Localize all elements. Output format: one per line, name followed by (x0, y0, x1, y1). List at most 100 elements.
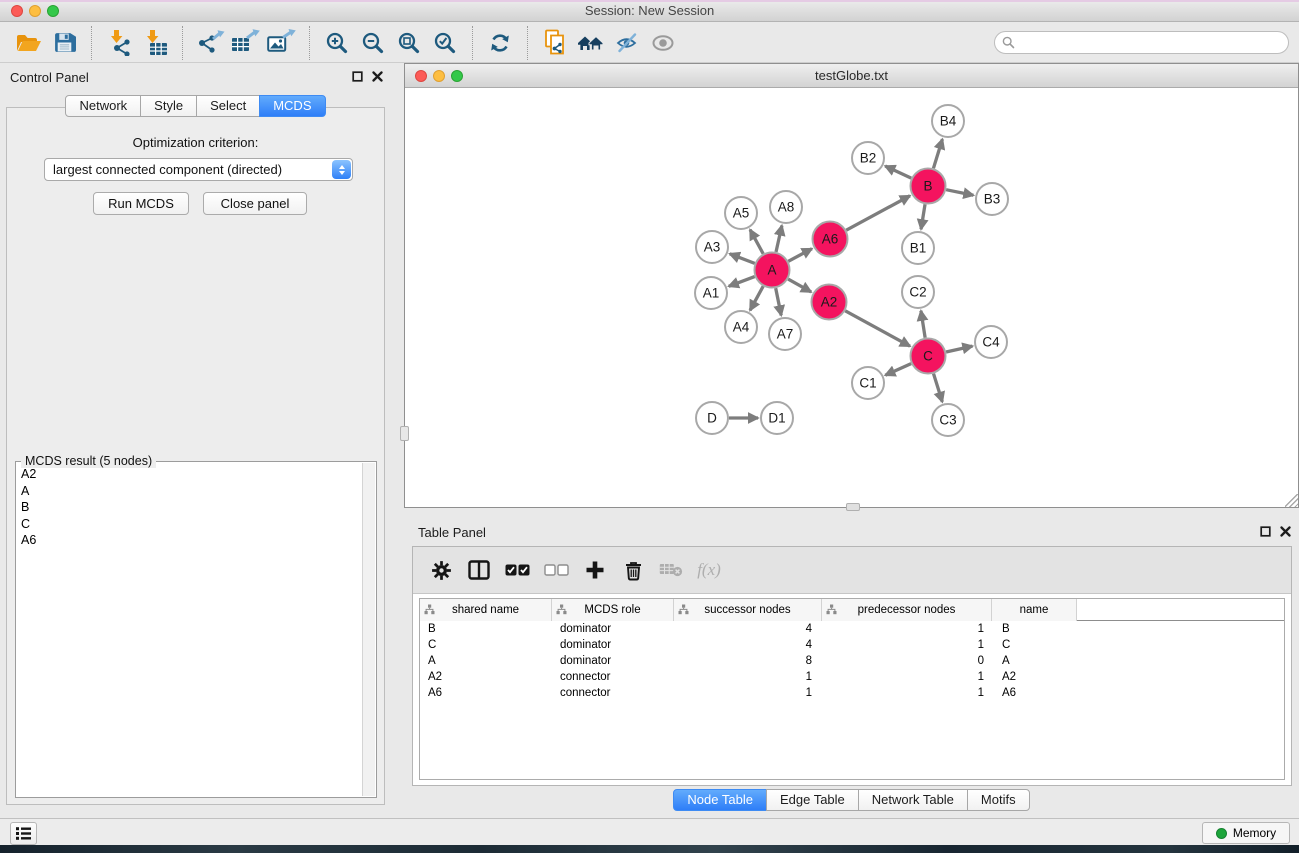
graph-node-B[interactable]: B (911, 169, 946, 204)
graph-node-B3[interactable]: B3 (976, 183, 1008, 215)
tab-select[interactable]: Select (196, 95, 260, 117)
network-resize-grip[interactable] (1285, 494, 1298, 507)
tab-mcds[interactable]: MCDS (259, 95, 325, 117)
table-cell[interactable]: C (420, 637, 552, 653)
table-cell[interactable]: A2 (420, 669, 552, 685)
table-cell[interactable]: dominator (552, 637, 674, 653)
import-network-icon[interactable] (101, 26, 137, 60)
table-cell[interactable]: A6 (992, 685, 1077, 701)
table-cell[interactable]: A6 (420, 685, 552, 701)
graph-edge-C-C4[interactable] (946, 346, 972, 352)
search-input[interactable] (1019, 33, 1288, 52)
zoom-out-icon[interactable] (355, 26, 391, 60)
table-cell[interactable]: C (992, 637, 1077, 653)
graph-node-B1[interactable]: B1 (902, 232, 934, 264)
clone-network-icon[interactable] (537, 26, 573, 60)
tab-style[interactable]: Style (140, 95, 197, 117)
save-session-icon[interactable] (46, 26, 82, 60)
hide-graphical-details-icon[interactable] (609, 26, 645, 60)
graph-node-D[interactable]: D (696, 402, 728, 434)
search-field[interactable] (994, 31, 1289, 54)
graph-node-A5[interactable]: A5 (725, 197, 757, 229)
open-file-icon[interactable] (10, 26, 46, 60)
graph-edge-B-B2[interactable] (885, 166, 911, 178)
column-header-shared-name[interactable]: shared name (420, 599, 552, 621)
close-panel-icon[interactable] (1280, 526, 1291, 537)
network-horizontal-scroll-thumb[interactable] (846, 503, 860, 511)
tab-motifs[interactable]: Motifs (967, 789, 1030, 811)
graph-edge-A-A1[interactable] (729, 277, 755, 287)
network-canvas[interactable]: B4B2BB3A8A5A6B1A3AC2A1A2A4A7C4CC1C3DD1 (405, 88, 1298, 507)
network-window-titlebar[interactable]: testGlobe.txt (405, 64, 1298, 88)
table-cell[interactable]: 1 (822, 669, 992, 685)
graph-node-A3[interactable]: A3 (696, 231, 728, 263)
table-cell[interactable]: A (992, 653, 1077, 669)
table-cell[interactable]: B (992, 621, 1077, 637)
table-cell[interactable]: B (420, 621, 552, 637)
table-cell[interactable]: connector (552, 669, 674, 685)
zoom-selected-icon[interactable] (427, 26, 463, 60)
graph-edge-A-A5[interactable] (750, 230, 763, 254)
graph-node-A4[interactable]: A4 (725, 311, 757, 343)
split-table-icon[interactable] (467, 555, 491, 585)
mcds-result-item[interactable]: A (17, 483, 361, 500)
mcds-result-scrollbar[interactable] (362, 463, 375, 796)
graph-node-A8[interactable]: A8 (770, 191, 802, 223)
tab-edge-table[interactable]: Edge Table (766, 789, 859, 811)
criterion-dropdown[interactable]: largest connected component (directed) (44, 158, 353, 181)
table-cell[interactable]: A (420, 653, 552, 669)
export-table-icon[interactable] (228, 26, 264, 60)
deselect-all-checkboxes-icon[interactable] (544, 555, 569, 585)
mcds-result-item[interactable]: A6 (17, 532, 361, 549)
toggle-home-panels-icon[interactable] (573, 26, 609, 60)
mcds-result-item[interactable]: B (17, 499, 361, 516)
tab-network[interactable]: Network (65, 95, 141, 117)
graph-node-A[interactable]: A (755, 253, 790, 288)
float-panel-icon[interactable] (352, 71, 363, 82)
graph-node-C1[interactable]: C1 (852, 367, 884, 399)
table-row[interactable]: A2connector11A2 (420, 669, 1284, 685)
zoom-in-icon[interactable] (319, 26, 355, 60)
graph-edge-A6-B[interactable] (846, 196, 910, 230)
run-mcds-button[interactable]: Run MCDS (93, 192, 189, 215)
mcds-result-item[interactable]: A2 (17, 466, 361, 483)
graph-node-A7[interactable]: A7 (769, 318, 801, 350)
table-cell[interactable]: 1 (822, 637, 992, 653)
graph-node-D1[interactable]: D1 (761, 402, 793, 434)
graph-node-C[interactable]: C (911, 339, 946, 374)
graph-edge-C-C3[interactable] (934, 374, 943, 402)
graph-edge-B-B1[interactable] (921, 204, 925, 229)
table-cell[interactable]: 1 (822, 685, 992, 701)
graph-node-B4[interactable]: B4 (932, 105, 964, 137)
table-cell[interactable]: 1 (674, 669, 822, 685)
graph-node-C2[interactable]: C2 (902, 276, 934, 308)
export-network-icon[interactable] (192, 26, 228, 60)
column-header-name[interactable]: name (992, 599, 1077, 621)
table-cell[interactable]: dominator (552, 621, 674, 637)
table-row[interactable]: Bdominator41B (420, 621, 1284, 637)
zoom-fit-icon[interactable] (391, 26, 427, 60)
table-cell[interactable]: A2 (992, 669, 1077, 685)
table-cell[interactable]: 0 (822, 653, 992, 669)
table-row[interactable]: Cdominator41C (420, 637, 1284, 653)
column-header-successor-nodes[interactable]: successor nodes (674, 599, 822, 621)
graph-edge-C-C1[interactable] (885, 364, 911, 376)
column-header-mcds-role[interactable]: MCDS role (552, 599, 674, 621)
graph-edge-A-A8[interactable] (776, 226, 782, 252)
graph-node-A6[interactable]: A6 (813, 222, 848, 257)
tab-node-table[interactable]: Node Table (673, 789, 767, 811)
graph-edge-A-A2[interactable] (788, 279, 811, 292)
network-vertical-scroll-thumb[interactable] (400, 426, 409, 441)
delete-columns-icon[interactable] (621, 555, 645, 585)
graph-node-A2[interactable]: A2 (812, 285, 847, 320)
function-builder-icon[interactable]: f(x) (697, 555, 721, 585)
add-column-icon[interactable] (583, 555, 607, 585)
table-cell[interactable]: connector (552, 685, 674, 701)
delete-table-icon[interactable] (659, 555, 683, 585)
close-panel-button[interactable]: Close panel (203, 192, 307, 215)
table-cell[interactable]: 4 (674, 637, 822, 653)
memory-button[interactable]: Memory (1202, 822, 1290, 844)
table-cell[interactable]: dominator (552, 653, 674, 669)
graph-edge-A2-C[interactable] (845, 311, 910, 346)
graph-edge-A-A7[interactable] (776, 288, 782, 315)
